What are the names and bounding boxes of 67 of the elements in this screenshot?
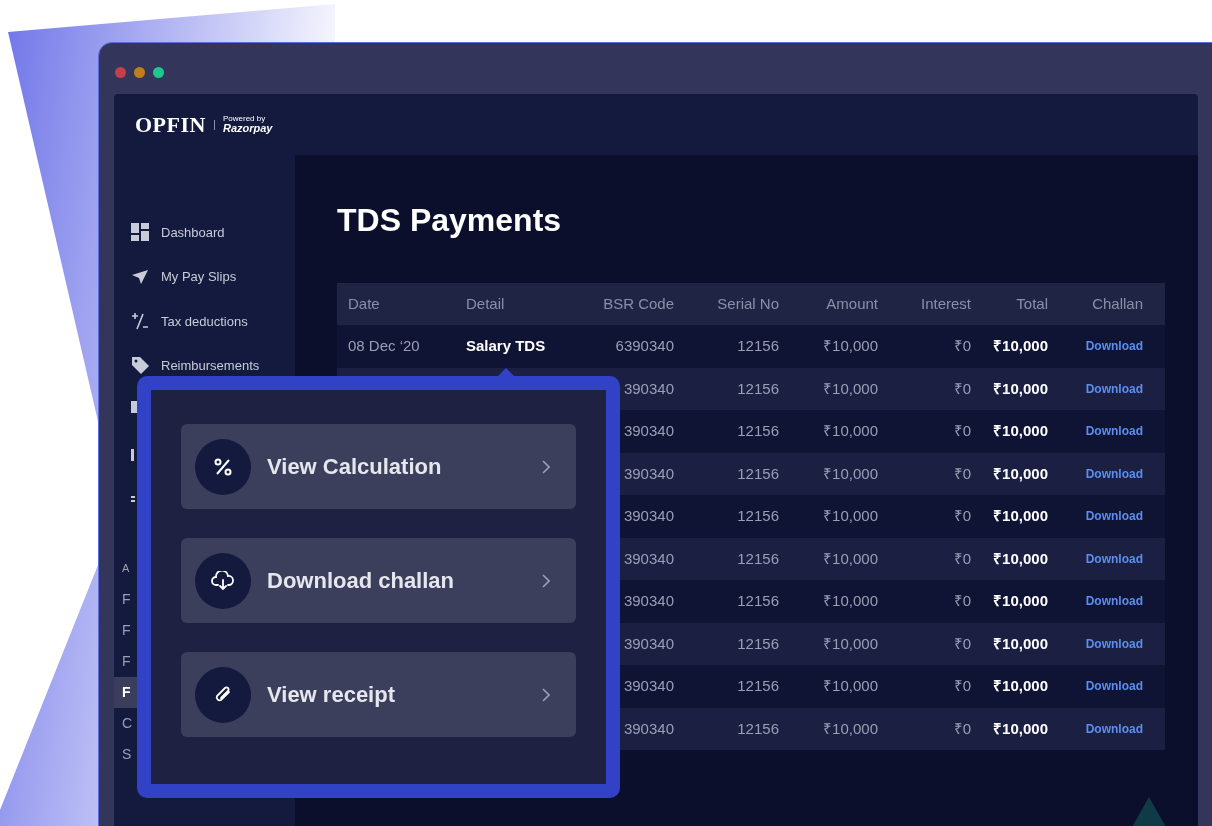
table-cell-text: 12156: [736, 506, 780, 526]
table-cell-text: 12156: [736, 676, 780, 696]
table-cell-text: ₹10,000: [992, 676, 1049, 696]
sidebar-label: Tax deductions: [161, 312, 248, 331]
table-cell-text: ₹10,000: [992, 591, 1049, 611]
column-header: Date: [347, 293, 381, 314]
table-cell-text: 390340: [622, 633, 675, 654]
column-header: Serial No: [716, 293, 780, 314]
table-cell-text: 12156: [736, 378, 780, 399]
table-cell-text: ₹0: [952, 506, 972, 526]
table-cell-text: ₹10,000: [822, 336, 879, 356]
column-header: BSR Code: [602, 293, 675, 314]
table-cell-text: ₹10,000: [992, 421, 1049, 441]
table-cell-text: ₹10,000: [822, 506, 879, 526]
column-header: Detail: [465, 293, 506, 314]
table-cell-text: 12156: [736, 718, 780, 739]
powered-by-text: Powered by: [222, 115, 267, 123]
column-header: Interest: [919, 293, 972, 314]
table-cell-text: ₹10,000: [822, 421, 879, 441]
table-cell-text: ₹0: [952, 676, 972, 696]
table-cell-text: ₹0: [952, 336, 972, 356]
table-cell-text: ₹10,000: [822, 548, 879, 569]
table-cell-text: ₹0: [952, 421, 972, 441]
table-cell-text: 12156: [736, 336, 780, 356]
table-cell-text: ₹0: [952, 548, 972, 569]
column-header: Amount: [825, 293, 879, 314]
table-cell-text: ₹10,000: [822, 633, 879, 654]
table-cell-text: 08 Dec ‘20: [347, 336, 421, 356]
table-cell-text: 12156: [736, 548, 780, 569]
table-cell-text: 390340: [622, 548, 675, 569]
table-cell-text: 390340: [622, 463, 675, 484]
table-cell-text: ₹10,000: [992, 378, 1049, 399]
table-cell-text: 390340: [622, 591, 675, 611]
sidebar-label: My Pay Slips: [161, 268, 237, 286]
table-cell-text: ₹10,000: [992, 463, 1049, 484]
table-cell-text: ₹10,000: [822, 718, 879, 739]
table-cell-text: ₹10,000: [992, 633, 1049, 654]
table-cell-text: 12156: [736, 633, 780, 654]
table-cell-text: 12156: [736, 463, 780, 484]
column-header: Total: [1015, 293, 1049, 314]
table-cell-text: ₹10,000: [992, 336, 1049, 356]
table-cell-text: 12156: [736, 421, 780, 441]
table-cell-text: 390340: [622, 506, 675, 526]
table-cell-text: ₹10,000: [822, 676, 879, 696]
table-cell-text: ₹10,000: [822, 463, 879, 484]
table-cell-text: 12156: [736, 591, 780, 611]
column-header: Challan: [1091, 293, 1144, 314]
table-cell-text: 390340: [622, 378, 675, 399]
partner-logo: Razorpay: [222, 123, 273, 134]
table-cell-text: 390340: [622, 676, 675, 696]
table-cell-text: ₹10,000: [992, 506, 1049, 526]
table-cell-text: ₹0: [952, 463, 972, 484]
table-cell-text: 390340: [622, 718, 675, 739]
table-cell-text: ₹10,000: [992, 548, 1049, 569]
table-cell-text: 6390340: [614, 336, 675, 356]
table-cell-text: ₹0: [952, 718, 972, 739]
table-cell-text: ₹10,000: [822, 591, 879, 611]
sidebar-label: Dashboard: [161, 223, 225, 242]
table-cell-text: 390340: [622, 421, 675, 441]
table-cell-text: ₹0: [952, 591, 972, 611]
table-cell-text: Salary TDS: [465, 336, 547, 356]
table-cell-text: ₹10,000: [992, 718, 1049, 739]
page-title: TDS Payments: [337, 201, 563, 239]
table-cell-text: ₹10,000: [822, 378, 879, 399]
table-cell-text: ₹0: [952, 633, 972, 654]
table-cell-text: ₹0: [952, 378, 972, 399]
sidebar-label: Reimbursements: [161, 357, 260, 375]
